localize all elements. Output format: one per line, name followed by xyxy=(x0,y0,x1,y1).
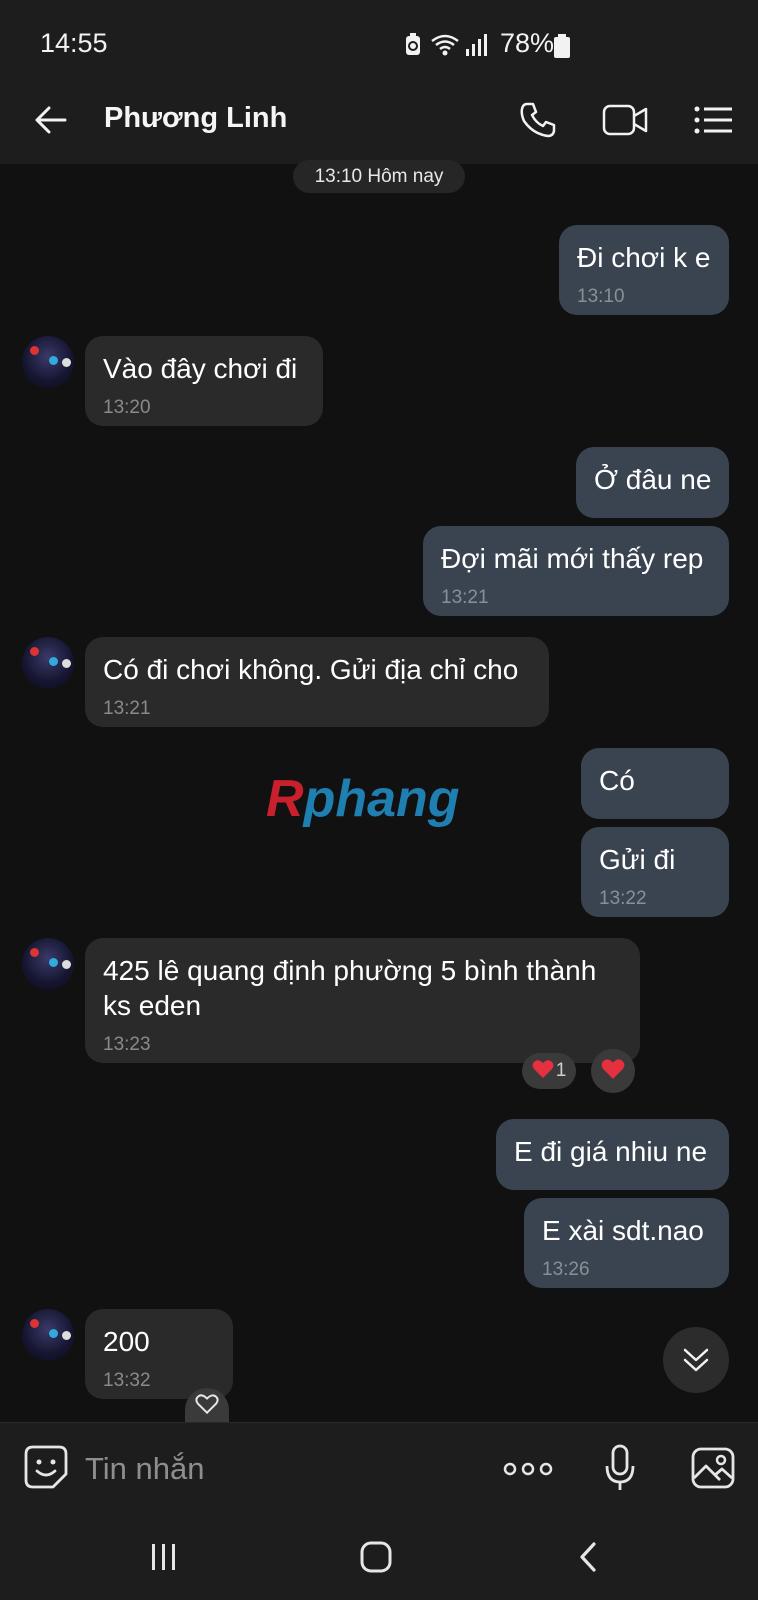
message-text: Có đi chơi không. Gửi địa chỉ cho xyxy=(103,654,519,685)
message-text: 200 xyxy=(103,1326,150,1357)
smiley-sticker-icon xyxy=(24,1445,68,1489)
avatar[interactable] xyxy=(22,938,74,990)
message-bubble-incoming[interactable]: 425 lê quang định phường 5 bình thành ks… xyxy=(85,938,640,1063)
message-text: Đợi mãi mới thấy rep xyxy=(441,543,704,574)
message-bubble-incoming[interactable]: Có đi chơi không. Gửi địa chỉ cho 13:21 xyxy=(85,637,549,727)
voice-message-button[interactable] xyxy=(598,1441,642,1495)
message-time: 13:23 xyxy=(103,1034,151,1055)
chat-header: Phương Linh xyxy=(0,74,758,164)
more-horizontal-icon xyxy=(503,1462,553,1476)
message-time: 13:22 xyxy=(599,888,647,909)
heart-icon xyxy=(601,1058,625,1085)
date-divider: 13:10 Hôm nay xyxy=(293,160,465,193)
battery-percent: 78% xyxy=(500,28,555,58)
reaction-count: 1 xyxy=(555,1060,567,1081)
signal-icon xyxy=(466,33,488,62)
image-gallery-icon xyxy=(691,1447,735,1489)
battery-saver-icon xyxy=(404,33,422,62)
message-time: 13:21 xyxy=(103,698,151,719)
status-bar: 14:55 78% xyxy=(0,0,758,74)
message-bubble-outgoing[interactable]: Đợi mãi mới thấy rep 13:21 xyxy=(423,526,729,616)
scroll-to-bottom-button[interactable] xyxy=(663,1327,729,1393)
menu-list-icon xyxy=(694,106,732,134)
home-button[interactable] xyxy=(346,1532,406,1582)
avatar[interactable] xyxy=(22,637,74,689)
message-bubble-outgoing[interactable]: Gửi đi 13:22 xyxy=(581,827,729,917)
message-text: E đi giá nhiu ne xyxy=(514,1136,708,1167)
message-time: 13:26 xyxy=(542,1259,590,1280)
message-bubble-outgoing[interactable]: Ở đâu ne xyxy=(576,447,729,518)
message-bubble-incoming[interactable]: 200 13:32 xyxy=(85,1309,233,1399)
gallery-button[interactable] xyxy=(688,1441,738,1495)
system-navigation-bar xyxy=(0,1512,758,1600)
menu-button[interactable] xyxy=(688,94,740,146)
message-time: 13:21 xyxy=(441,587,489,608)
message-text: Gửi đi xyxy=(599,844,676,875)
message-time: 13:20 xyxy=(103,397,151,418)
message-bubble-outgoing[interactable]: Đi chơi k e 13:10 xyxy=(559,225,729,315)
message-bubble-incoming[interactable]: Vào đây chơi đi 13:20 xyxy=(85,336,323,426)
message-text-line2: ks eden xyxy=(103,990,202,1021)
message-text: Đi chơi k e xyxy=(577,242,711,273)
status-time: 14:55 xyxy=(40,28,108,58)
microphone-icon xyxy=(605,1444,635,1490)
video-call-icon xyxy=(602,104,648,136)
more-options-button[interactable] xyxy=(500,1449,556,1489)
double-chevron-down-icon xyxy=(683,1348,709,1372)
message-text: Vào đây chơi đi xyxy=(103,353,298,384)
message-bubble-outgoing[interactable]: E đi giá nhiu ne xyxy=(496,1119,729,1190)
message-input[interactable]: Tin nhắn xyxy=(85,1451,205,1487)
back-nav-button[interactable] xyxy=(558,1532,618,1582)
message-text: Có xyxy=(599,765,635,796)
svg-text:Rphang: Rphang xyxy=(266,770,460,828)
back-button[interactable] xyxy=(24,94,76,146)
message-input-bar: Tin nhắn xyxy=(0,1422,758,1513)
recent-apps-button[interactable] xyxy=(134,1532,194,1582)
avatar[interactable] xyxy=(22,336,74,388)
wifi-icon xyxy=(430,33,460,62)
video-call-button[interactable] xyxy=(599,94,651,146)
contact-name[interactable]: Phương Linh xyxy=(104,102,287,135)
watermark-logo: Rphang xyxy=(266,770,486,828)
reaction-count-badge[interactable]: 1 xyxy=(522,1053,576,1089)
message-bubble-outgoing[interactable]: E xài sdt.nao 13:26 xyxy=(524,1198,729,1288)
call-button[interactable] xyxy=(512,94,564,146)
phone-icon xyxy=(520,102,556,138)
add-reaction-button[interactable] xyxy=(185,1388,229,1424)
avatar[interactable] xyxy=(22,1309,74,1361)
home-icon xyxy=(360,1541,392,1573)
message-text: E xài sdt.nao xyxy=(542,1215,704,1246)
message-text: Ở đâu ne xyxy=(594,464,712,495)
message-time: 13:32 xyxy=(103,1370,151,1391)
message-text-line1: 425 lê quang định phường 5 bình thành xyxy=(103,955,597,986)
add-reaction-button[interactable] xyxy=(591,1049,635,1093)
recent-apps-icon xyxy=(152,1544,175,1570)
sticker-button[interactable] xyxy=(22,1443,70,1491)
back-arrow-icon xyxy=(35,106,67,134)
message-bubble-outgoing[interactable]: Có xyxy=(581,748,729,819)
heart-outline-icon xyxy=(195,1393,219,1420)
chevron-left-icon xyxy=(580,1542,596,1572)
message-time: 13:10 xyxy=(577,286,625,307)
battery-icon xyxy=(554,34,570,63)
heart-icon xyxy=(532,1059,554,1084)
